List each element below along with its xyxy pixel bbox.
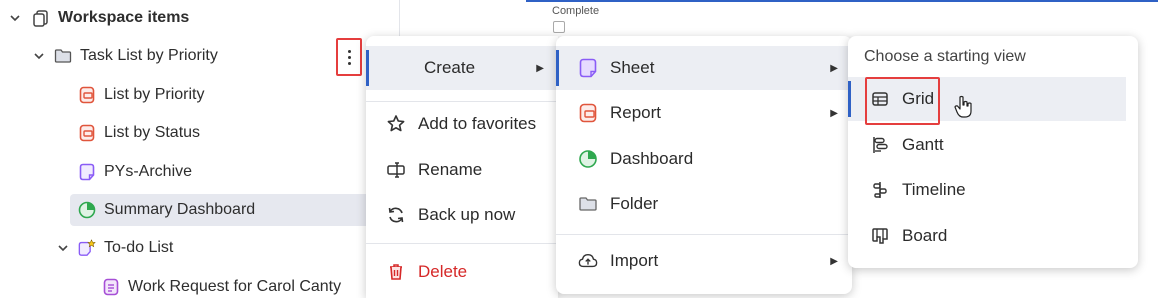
tree-item-label: PYs-Archive <box>104 163 193 180</box>
chevron-down-icon[interactable] <box>32 51 46 61</box>
folder-label: Task List by Priority <box>80 47 218 64</box>
star-icon <box>386 114 406 134</box>
complete-checkbox[interactable] <box>553 21 565 33</box>
create-report-item[interactable]: Report ▶ <box>556 91 852 135</box>
hand-cursor-icon <box>953 95 975 119</box>
report-icon <box>578 103 598 123</box>
gantt-view-item[interactable]: Gantt <box>848 123 1138 167</box>
starting-view-header: Choose a starting view <box>864 48 1026 65</box>
add-to-favorites-item[interactable]: Add to favorites <box>366 102 558 146</box>
folder-icon <box>54 47 72 65</box>
chevron-down-icon[interactable] <box>8 13 22 23</box>
tree-item-label: Work Request for Carol Canty <box>128 278 342 295</box>
tree-item-to-do-list[interactable]: To-do List <box>56 232 173 264</box>
folder-label: Folder <box>610 194 659 213</box>
import-item[interactable]: Import ▶ <box>556 239 852 283</box>
workspace-tree: Workspace items Task List by Priority Li… <box>0 0 400 298</box>
gantt-label: Gantt <box>902 135 944 154</box>
rename-item[interactable]: Rename <box>366 148 558 192</box>
menu-divider <box>556 234 852 235</box>
grid-highlight-box <box>865 77 940 125</box>
report-icon <box>78 86 96 104</box>
submenu-arrow-icon: ▶ <box>830 107 838 119</box>
folder-icon <box>578 194 598 214</box>
dashboard-icon <box>578 149 598 169</box>
cloud-upload-icon <box>578 251 598 271</box>
trash-icon <box>386 262 406 282</box>
back-up-now-label: Back up now <box>418 205 516 224</box>
dashboard-icon <box>78 201 96 219</box>
create-label: Create <box>424 58 476 77</box>
tree-item-label: List by Status <box>104 124 201 141</box>
timeline-label: Timeline <box>902 180 966 199</box>
back-up-now-item[interactable]: Back up now <box>366 193 558 237</box>
report-icon <box>78 124 96 142</box>
starting-view-submenu: Choose a starting view Grid Gantt Timeli… <box>848 36 1138 268</box>
gantt-icon <box>870 135 890 155</box>
sheet-label: Sheet <box>610 58 655 77</box>
column-header-complete: Complete <box>552 5 600 17</box>
delete-label: Delete <box>418 262 468 281</box>
more-options-icon[interactable] <box>336 38 362 76</box>
tree-item-summary-dashboard[interactable]: Summary Dashboard <box>70 194 370 226</box>
delete-item[interactable]: Delete <box>366 250 558 294</box>
workspace-icon <box>32 9 50 27</box>
submenu-arrow-icon: ▶ <box>830 62 838 74</box>
board-label: Board <box>902 226 948 245</box>
board-icon <box>870 226 890 246</box>
tree-item-label: Summary Dashboard <box>104 201 256 218</box>
import-label: Import <box>610 251 659 270</box>
timeline-view-item[interactable]: Timeline <box>848 168 1138 212</box>
tree-item-pys-archive[interactable]: PYs-Archive <box>78 156 192 188</box>
workspace-label: Workspace items <box>58 9 190 26</box>
context-menu: Create ▶ Add to favorites Rename Back up… <box>366 36 558 298</box>
tree-item-label: List by Priority <box>104 86 205 103</box>
create-sheet-item[interactable]: Sheet ▶ <box>556 46 852 90</box>
rename-label: Rename <box>418 160 483 179</box>
create-menu-item[interactable]: Create ▶ <box>366 46 558 90</box>
sheet-icon <box>78 163 96 181</box>
sheet-grid-background <box>526 0 1158 40</box>
dashboard-label: Dashboard <box>610 149 694 168</box>
report-label: Report <box>610 103 662 122</box>
create-folder-item[interactable]: Folder <box>556 182 852 226</box>
favorite-sheet-icon <box>78 239 96 257</box>
create-submenu: Sheet ▶ Report ▶ Dashboard Folder Import… <box>556 36 852 294</box>
tree-workspace-row[interactable]: Workspace items <box>8 2 189 34</box>
tree-folder-row[interactable]: Task List by Priority <box>32 40 218 72</box>
create-dashboard-item[interactable]: Dashboard <box>556 137 852 181</box>
rename-icon <box>386 160 406 180</box>
chevron-down-icon[interactable] <box>56 243 70 253</box>
board-view-item[interactable]: Board <box>848 214 1138 258</box>
refresh-icon <box>386 205 406 225</box>
submenu-arrow-icon: ▶ <box>830 255 838 267</box>
tree-item-work-request[interactable]: Work Request for Carol Canty <box>102 271 341 298</box>
add-to-favorites-label: Add to favorites <box>418 114 537 133</box>
tree-item-label: To-do List <box>104 239 174 256</box>
tree-item-list-by-status[interactable]: List by Status <box>78 117 200 149</box>
sheet-icon <box>578 58 598 78</box>
menu-divider <box>366 243 558 244</box>
form-icon <box>102 278 120 296</box>
tree-item-list-by-priority[interactable]: List by Priority <box>78 79 204 111</box>
submenu-arrow-icon: ▶ <box>536 62 544 74</box>
timeline-icon <box>870 180 890 200</box>
